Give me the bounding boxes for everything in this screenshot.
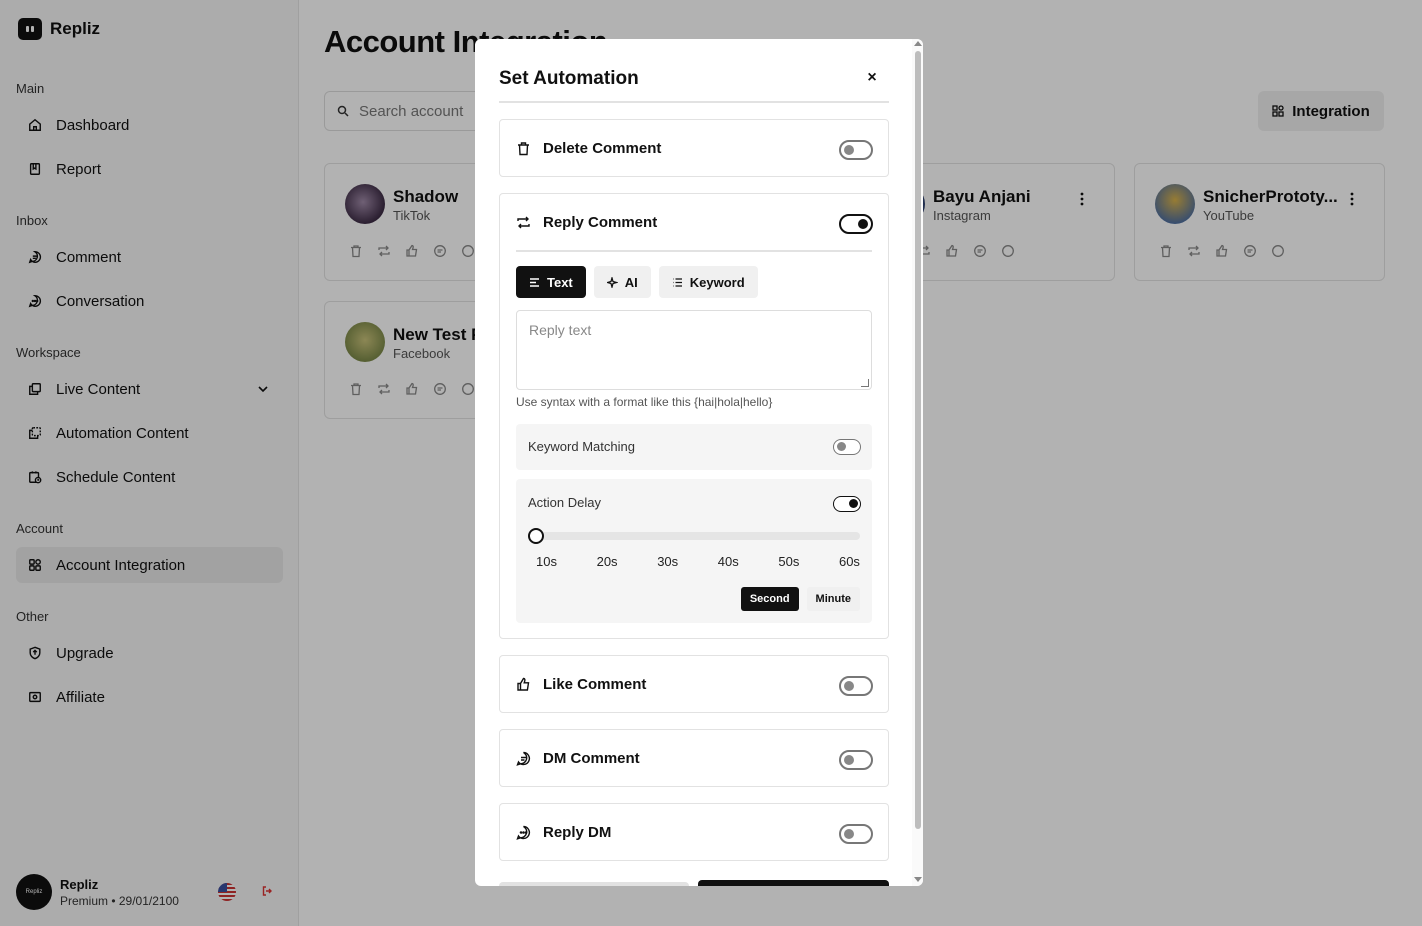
divider <box>516 250 872 252</box>
modal-title: Set Automation <box>499 68 639 89</box>
tab-ai[interactable]: AI <box>593 266 651 298</box>
tick-label: 40s <box>717 554 739 569</box>
text-align-icon <box>530 277 539 287</box>
tick-label: 20s <box>596 554 618 569</box>
dm-comment-row: DM Comment <box>516 730 640 786</box>
keyword-matching-toggle[interactable] <box>833 439 861 455</box>
repeat-icon <box>517 216 530 228</box>
resize-handle-icon[interactable] <box>861 379 869 387</box>
keyword-matching-label: Keyword Matching <box>528 439 635 454</box>
like-comment-label: Like Comment <box>543 675 647 693</box>
trash-icon <box>518 141 529 155</box>
tick-label: 60s <box>838 554 860 569</box>
dm-comment-toggle[interactable] <box>839 750 873 770</box>
list-icon <box>672 277 682 287</box>
tick-label: 50s <box>778 554 800 569</box>
close-icon[interactable]: × <box>865 70 879 86</box>
reply-dm-label: Reply DM <box>543 823 612 841</box>
reply-dm-row: Reply DM <box>516 804 611 860</box>
reply-text-input[interactable]: Reply text <box>516 310 872 390</box>
like-comment-toggle[interactable] <box>839 676 873 696</box>
tab-text[interactable]: Text <box>516 266 586 298</box>
minute-button[interactable]: Minute <box>806 587 860 611</box>
reply-comment-row: Reply Comment <box>516 194 657 250</box>
reply-dm-toggle[interactable] <box>839 824 873 844</box>
delay-unit-toggle: Second Minute <box>740 587 860 611</box>
delete-comment-toggle[interactable] <box>839 140 873 160</box>
chat-icon <box>516 825 531 840</box>
action-delay-toggle[interactable] <box>833 496 861 512</box>
tick-label: 30s <box>657 554 679 569</box>
cancel-button[interactable] <box>499 882 689 886</box>
action-delay-label: Action Delay <box>528 495 601 510</box>
dm-comment-label: DM Comment <box>543 749 640 767</box>
reply-comment-label: Reply Comment <box>543 213 658 231</box>
sparkle-icon <box>606 276 618 288</box>
keyword-matching-panel: Keyword Matching <box>516 424 872 470</box>
like-comment-row: Like Comment <box>516 656 646 712</box>
second-button[interactable]: Second <box>740 587 799 611</box>
reply-text-placeholder: Reply text <box>529 322 592 338</box>
delete-comment-card: Delete Comment <box>499 119 889 177</box>
dm-comment-card: DM Comment <box>499 729 889 787</box>
delete-comment-row: Delete Comment <box>516 120 661 176</box>
reply-dm-card: Reply DM <box>499 803 889 861</box>
tab-label: Text <box>547 274 573 290</box>
reply-mode-tabs: Text AI Keyword <box>516 266 758 298</box>
reply-comment-toggle[interactable] <box>839 214 873 234</box>
like-comment-card: Like Comment <box>499 655 889 713</box>
tick-label: 10s <box>536 554 557 569</box>
action-delay-slider[interactable] <box>528 532 860 540</box>
scroll-up-icon[interactable] <box>914 41 922 46</box>
slider-ticks: 10s 20s 30s 40s 50s 60s <box>536 554 860 569</box>
reply-comment-card: Reply Comment Text AI Keyword Reply text… <box>499 193 889 639</box>
scroll-down-icon[interactable] <box>914 877 922 882</box>
tab-label: Keyword <box>689 274 745 290</box>
divider <box>499 101 889 103</box>
syntax-hint: Use syntax with a format like this {hai|… <box>516 395 773 409</box>
scrollbar-thumb[interactable] <box>915 51 921 829</box>
action-delay-panel: Action Delay 10s 20s 30s 40s 50s 60s Sec… <box>516 479 872 623</box>
slider-thumb[interactable] <box>528 528 544 544</box>
tab-keyword[interactable]: Keyword <box>658 266 758 298</box>
tab-label: AI <box>624 274 638 290</box>
save-button[interactable] <box>698 880 889 886</box>
set-automation-modal: Set Automation × Delete Comment Reply Co… <box>475 39 923 886</box>
thumbs-up-icon <box>517 677 530 691</box>
delete-comment-label: Delete Comment <box>543 139 662 157</box>
message-icon <box>516 751 531 766</box>
